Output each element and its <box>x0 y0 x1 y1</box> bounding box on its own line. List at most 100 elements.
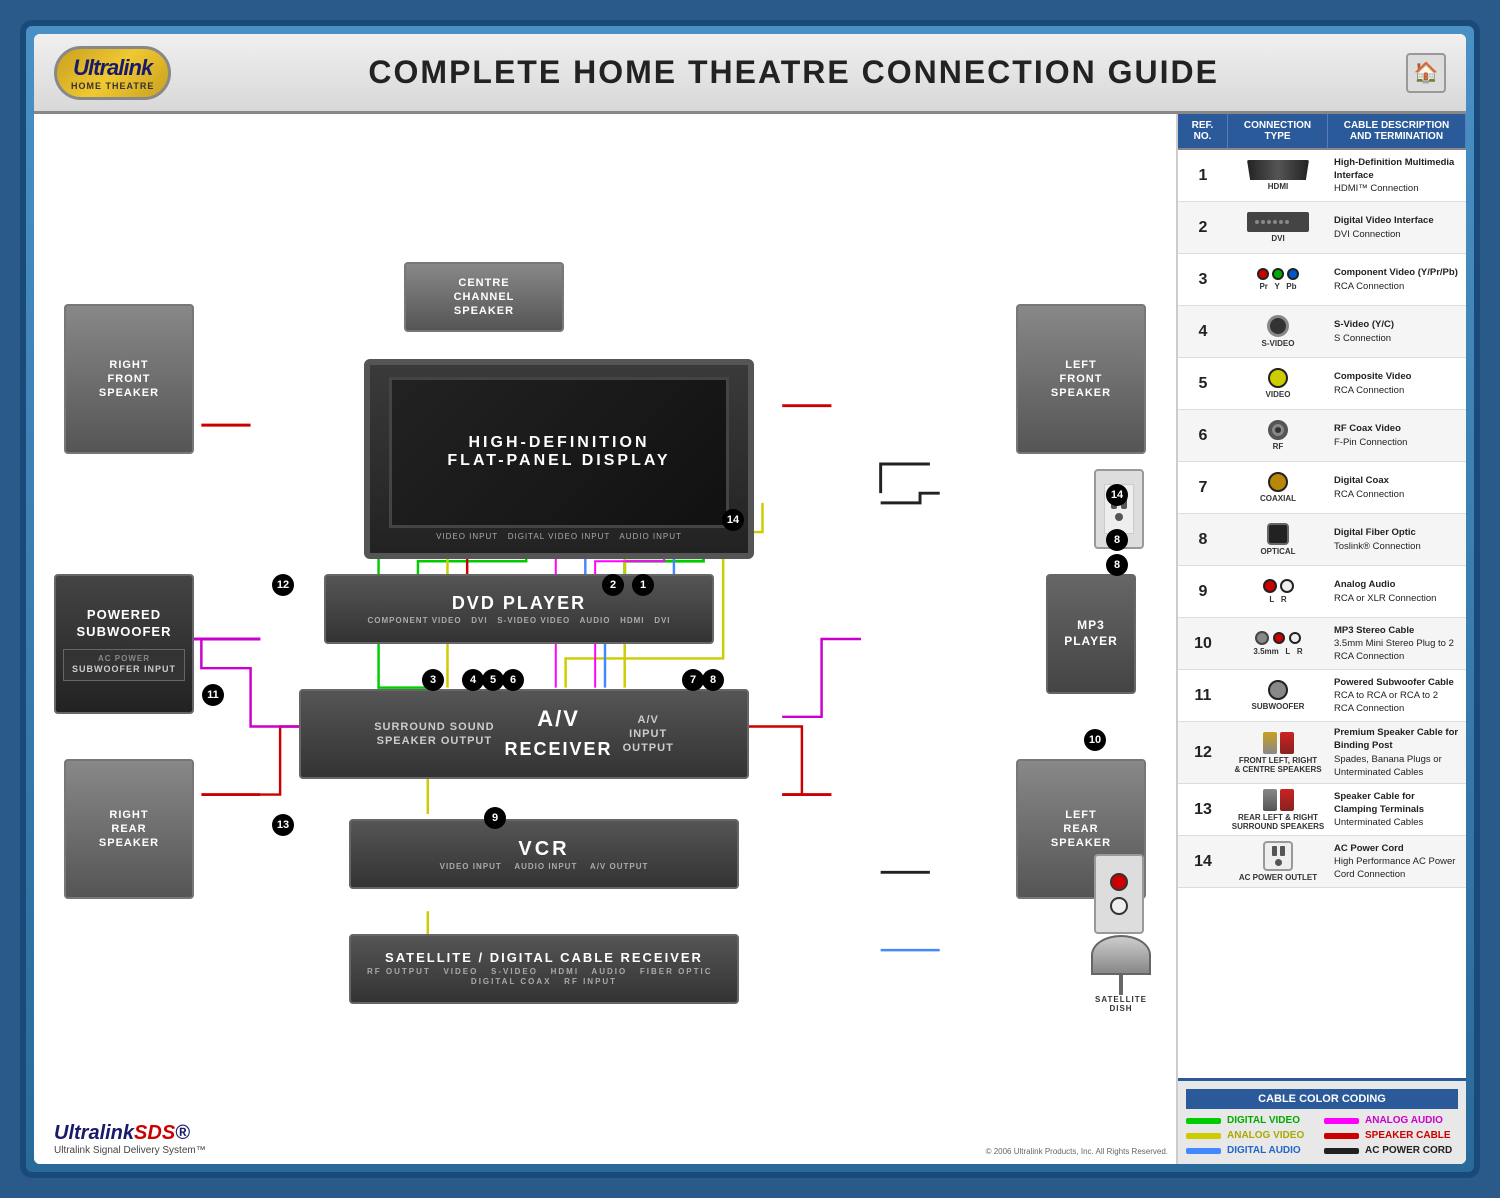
dish-label: SATELLITEDISH <box>1095 995 1147 1013</box>
table-row: 3 Pr Y Pb Component Video (Y/Pr/Pb) <box>1178 254 1466 306</box>
digital-audio-label: DIGITAL AUDIO <box>1227 1145 1301 1156</box>
dish-bowl <box>1091 935 1151 975</box>
component-connector <box>1257 268 1299 280</box>
row-desc-10: MP3 Stereo Cable 3.5mm Mini Stereo Plug … <box>1328 620 1466 668</box>
digital-video-label: DIGITAL VIDEO <box>1227 1115 1300 1126</box>
row-desc-3: Component Video (Y/Pr/Pb) RCA Connection <box>1328 262 1466 297</box>
subwoofer-sub-label: SUBWOOFER INPUT <box>72 664 176 676</box>
right-front-speaker: RIGHT FRONT SPEAKER <box>64 304 194 454</box>
analog-audio-connector <box>1263 579 1294 593</box>
row-desc-1: High-Definition Multimedia Interface HDM… <box>1328 152 1466 200</box>
table-row: 12 FRONT LEFT, RIGHT& CENTRE SPEAKERS Pr… <box>1178 722 1466 784</box>
row-desc-8: Digital Fiber Optic Toslink® Connection <box>1328 522 1466 557</box>
row-num-6: 6 <box>1178 423 1228 449</box>
col-ref: REF. NO. <box>1178 114 1228 148</box>
copyright-text: © 2006 Ultralink Products, Inc. All Righ… <box>986 1147 1168 1156</box>
row-connector-13: REAR LEFT & RIGHTSURROUND SPEAKERS <box>1228 785 1328 835</box>
color-coding-title: CABLE COLOR CODING <box>1186 1089 1458 1109</box>
composite-connector <box>1268 368 1288 388</box>
color-item-analog-audio: ANALOG AUDIO <box>1324 1115 1458 1126</box>
ref-num-7: 7 <box>682 669 704 691</box>
table-row: 2 <box>1178 202 1466 254</box>
ref-num-8-2: 8 <box>1106 529 1128 551</box>
ref-num-4: 4 <box>462 669 484 691</box>
left-front-speaker: LEFT FRONT SPEAKER <box>1016 304 1146 454</box>
footer-area: UltralinkSDS® Ultralink Signal Delivery … <box>54 1122 206 1156</box>
row-desc-9: Analog Audio RCA or XLR Connection <box>1328 574 1466 609</box>
dvd-ports-label: COMPONENT VIDEO DVI S-VIDEO VIDEO AUDIO … <box>367 616 670 626</box>
right-panel: REF. NO. CONNECTION TYPE CABLE DESCRIPTI… <box>1176 114 1466 1164</box>
ref-num-11: 11 <box>202 684 224 706</box>
outer-frame: Ultralink HOME THEATRE COMPLETE HOME THE… <box>20 20 1480 1178</box>
row-num-14: 14 <box>1178 849 1228 875</box>
color-item-digital-audio: DIGITAL AUDIO <box>1186 1145 1320 1156</box>
ref-num-14-2: 14 <box>722 509 744 531</box>
speaker-cable-label: SPEAKER CABLE <box>1365 1130 1451 1141</box>
footer-tagline: Ultralink Signal Delivery System™ <box>54 1145 206 1156</box>
table-row: 13 REAR LEFT & RIGHTSURROUND SPEAKERS Sp… <box>1178 784 1466 836</box>
right-front-label: RIGHT FRONT SPEAKER <box>99 358 159 401</box>
color-coding-section: CABLE COLOR CODING DIGITAL VIDEO ANALOG … <box>1178 1078 1466 1164</box>
hdmi-connector <box>1247 160 1309 180</box>
row-num-8: 8 <box>1178 527 1228 553</box>
row-connector-9: L R <box>1228 575 1328 608</box>
row-desc-14: AC Power Cord High Performance AC Power … <box>1328 838 1466 886</box>
ref-num-8-1: 8 <box>702 669 724 691</box>
av-label: SURROUND SOUND SPEAKER OUTPUT <box>374 720 494 749</box>
table-row: 10 3.5mm L R MP3 Stereo Cable 3.5m <box>1178 618 1466 670</box>
ultralink-logo: Ultralink HOME THEATRE <box>54 46 171 100</box>
color-item-ac-power: AC POWER CORD <box>1324 1145 1458 1156</box>
subwoofer-label: POWERED SUBWOOFER <box>77 607 172 641</box>
tv-screen: HIGH-DEFINITION FLAT-PANEL DISPLAY <box>389 377 729 527</box>
row-num-4: 4 <box>1178 319 1228 345</box>
left-front-label: LEFT FRONT SPEAKER <box>1051 358 1111 401</box>
table-row: 11 SUBWOOFER Powered Subwoofer Cable RCA… <box>1178 670 1466 722</box>
row-desc-11: Powered Subwoofer Cable RCA to RCA or RC… <box>1328 672 1466 720</box>
optical-connector <box>1267 523 1289 545</box>
row-num-12: 12 <box>1178 740 1228 766</box>
vcr-label: VCR <box>518 836 569 862</box>
speaker-spades-connector <box>1263 732 1294 754</box>
ref-num-12: 12 <box>272 574 294 596</box>
av-receiver: SURROUND SOUND SPEAKER OUTPUT A/VRECEIVE… <box>299 689 749 779</box>
row-num-13: 13 <box>1178 797 1228 823</box>
rf-connector <box>1268 420 1288 440</box>
row-desc-12: Premium Speaker Cable for Binding Post S… <box>1328 722 1466 783</box>
row-connector-4: S-VIDEO <box>1228 311 1328 352</box>
subwoofer-connector <box>1268 680 1288 700</box>
page-title: COMPLETE HOME THEATRE CONNECTION GUIDE <box>201 54 1386 91</box>
table-row: 9 L R Analog Audio RCA or XLR Connection <box>1178 566 1466 618</box>
ref-num-9: 9 <box>484 807 506 829</box>
row-desc-4: S-Video (Y/C) S Connection <box>1328 314 1466 349</box>
brand-name: Ultralink <box>71 55 154 81</box>
dvd-player: DVD PLAYER COMPONENT VIDEO DVI S-VIDEO V… <box>324 574 714 644</box>
tv-label-line1: HIGH-DEFINITION <box>469 434 650 452</box>
ref-num-3: 3 <box>422 669 444 691</box>
row-num-5: 5 <box>1178 371 1228 397</box>
analog-audio-line <box>1324 1118 1359 1124</box>
col-description: CABLE DESCRIPTION AND TERMINATION <box>1328 114 1466 148</box>
analog-audio-label: ANALOG AUDIO <box>1365 1115 1443 1126</box>
av-main-label: A/VRECEIVER <box>505 705 613 762</box>
diagram-area: HIGH-DEFINITION FLAT-PANEL DISPLAY VIDEO… <box>34 114 1176 1164</box>
rear-speaker-connector <box>1263 789 1294 811</box>
ac-connector <box>1263 841 1293 871</box>
centre-speaker: CENTRE CHANNEL SPEAKER <box>404 262 564 332</box>
satellite-dish: SATELLITEDISH <box>1081 934 1161 1014</box>
row-connector-5: VIDEO <box>1228 364 1328 403</box>
av-receiver-label-group: SURROUND SOUND SPEAKER OUTPUT A/VRECEIVE… <box>374 705 674 762</box>
ref-num-5: 5 <box>482 669 504 691</box>
table-row: 6 RF RF Coax Video F-Pin Connection <box>1178 410 1466 462</box>
ref-num-10: 10 <box>1084 729 1106 751</box>
ac-power-line <box>1324 1148 1359 1154</box>
row-desc-2: Digital Video Interface DVI Connection <box>1328 210 1466 245</box>
col-connection: CONNECTION TYPE <box>1228 114 1328 148</box>
coax-connector <box>1268 472 1288 492</box>
row-num-7: 7 <box>1178 475 1228 501</box>
tv-display: HIGH-DEFINITION FLAT-PANEL DISPLAY VIDEO… <box>364 359 754 559</box>
wall-plate-rca <box>1094 854 1144 934</box>
rca-red-port <box>1110 873 1128 891</box>
color-grid: DIGITAL VIDEO ANALOG AUDIO ANALOG VIDEO <box>1186 1115 1458 1156</box>
speaker-cable-line <box>1324 1133 1359 1139</box>
tv-input-label: VIDEO INPUT DIGITAL VIDEO INPUT AUDIO IN… <box>436 532 682 541</box>
